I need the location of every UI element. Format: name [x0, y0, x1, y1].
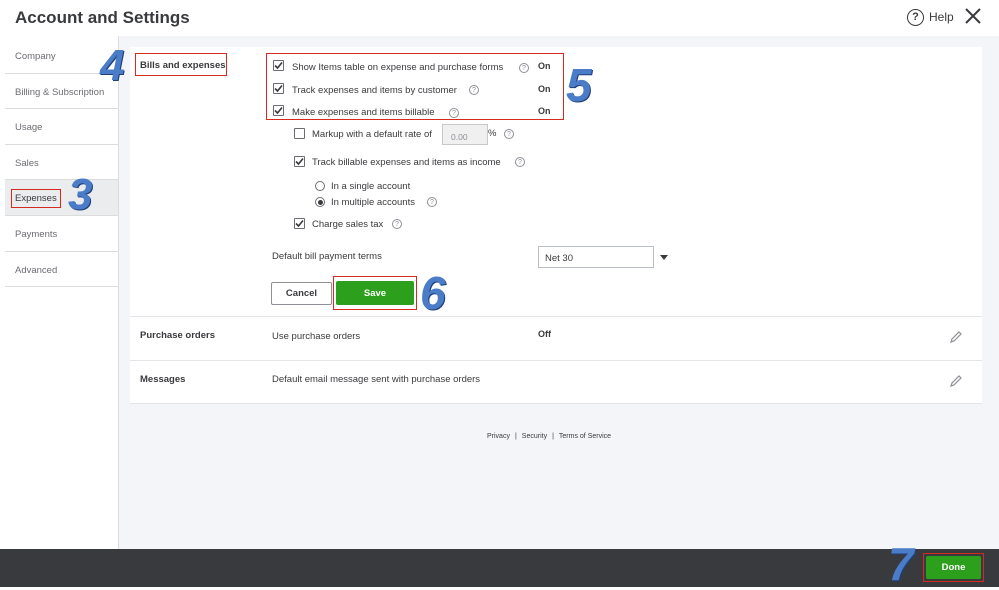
sidebar-item-usage[interactable]: Usage [5, 109, 118, 145]
pencil-icon[interactable] [949, 374, 963, 388]
help-label: Help [929, 10, 954, 24]
sidebar-item-label: Usage [15, 122, 43, 134]
pencil-icon[interactable] [949, 330, 963, 344]
terms-link[interactable]: Terms of Service [559, 433, 611, 440]
sidebar-item-label: Advanced [15, 264, 58, 276]
help-button[interactable]: ? Help [907, 8, 954, 26]
done-button[interactable]: Done [926, 556, 981, 579]
show-items-label: Show Items table on expense and purchase… [292, 62, 504, 73]
step-7-annotation: 7 [888, 538, 914, 590]
payment-terms-label: Default bill payment terms [272, 251, 382, 262]
info-icon[interactable]: ? [449, 108, 459, 118]
percent-sign: % [488, 128, 497, 139]
section-divider [130, 360, 982, 361]
sidebar-item-sales[interactable]: Sales [5, 145, 118, 181]
checkmark-icon [274, 61, 283, 70]
track-income-checkbox[interactable] [294, 156, 305, 167]
status-value: On [538, 106, 551, 116]
status-value: Off [538, 329, 551, 339]
footer-separator: | [514, 433, 517, 440]
privacy-link[interactable]: Privacy [487, 433, 510, 440]
sidebar-item-label: Expenses [11, 189, 61, 209]
track-by-customer-label: Track expenses and items by customer [292, 85, 457, 96]
sales-tax-checkbox[interactable] [294, 218, 305, 229]
footer-links: Privacy | Security | Terms of Service [487, 433, 611, 440]
info-icon[interactable]: ? [469, 85, 479, 95]
checkmark-icon [295, 157, 304, 166]
sidebar-item-label: Sales [15, 157, 39, 169]
close-icon[interactable] [964, 7, 982, 25]
bottom-bar [0, 549, 999, 587]
track-by-customer-checkbox[interactable] [273, 83, 284, 94]
question-circle-icon: ? [907, 8, 924, 26]
purchase-orders-setting: Use purchase orders [272, 331, 361, 342]
footer-separator: | [552, 433, 554, 440]
payment-terms-select[interactable]: Net 30 [538, 246, 654, 268]
multiple-accounts-label: In multiple accounts [331, 197, 415, 208]
section-label-purchase-orders: Purchase orders [140, 330, 215, 341]
multiple-accounts-radio[interactable] [315, 197, 325, 207]
security-link[interactable]: Security [522, 433, 547, 440]
markup-label: Markup with a default rate of [312, 129, 432, 140]
checkmark-icon [274, 106, 283, 115]
checkmark-icon [295, 219, 304, 228]
info-icon[interactable]: ? [519, 63, 529, 73]
info-icon[interactable]: ? [504, 129, 514, 139]
section-divider [130, 316, 982, 317]
billable-checkbox[interactable] [273, 105, 284, 116]
sidebar-item-expenses[interactable]: Expenses [5, 180, 118, 216]
markup-rate-input[interactable] [442, 124, 488, 145]
sidebar-item-label: Company [15, 51, 56, 62]
show-items-checkbox[interactable] [273, 60, 284, 71]
messages-setting: Default email message sent with purchase… [272, 374, 481, 385]
billable-label: Make expenses and items billable [292, 107, 435, 118]
status-value: On [538, 61, 551, 71]
step-5-annotation: 5 [566, 59, 592, 111]
step-6-annotation: 6 [420, 267, 446, 319]
info-icon[interactable]: ? [515, 157, 525, 167]
status-value: On [538, 84, 551, 94]
checkmark-icon [274, 84, 283, 93]
step-4-annotation: 4 [100, 41, 125, 90]
info-icon[interactable]: ? [427, 197, 437, 207]
sidebar-item-label: Payments [15, 228, 58, 240]
markup-checkbox[interactable] [294, 128, 305, 139]
sidebar-item-advanced[interactable]: Advanced [5, 252, 118, 288]
single-account-radio[interactable] [315, 181, 325, 191]
info-icon[interactable]: ? [392, 219, 402, 229]
track-income-label: Track billable expenses and items as inc… [312, 157, 501, 168]
save-button[interactable]: Save [336, 281, 414, 305]
sidebar-item-label: Billing & Subscription [15, 86, 105, 98]
page-title: Account and Settings [15, 8, 190, 27]
section-label-messages: Messages [140, 374, 186, 385]
single-account-label: In a single account [331, 181, 411, 192]
section-divider [130, 403, 982, 404]
chevron-down-icon[interactable] [654, 246, 674, 268]
section-label-bills: Bills and expenses [135, 53, 227, 76]
sidebar-item-payments[interactable]: Payments [5, 216, 118, 252]
sales-tax-label: Charge sales tax [312, 219, 384, 230]
step-3-annotation: 3 [68, 170, 93, 219]
cancel-button[interactable]: Cancel [271, 282, 332, 305]
